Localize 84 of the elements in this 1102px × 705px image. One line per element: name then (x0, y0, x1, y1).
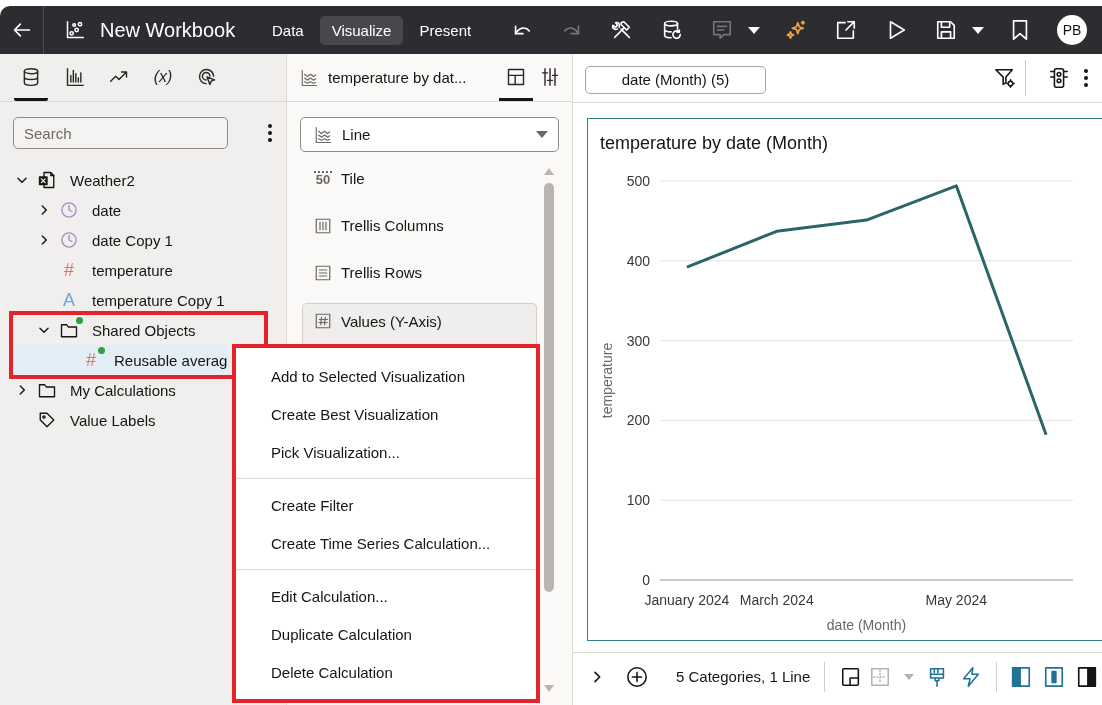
more-icon[interactable] (1084, 69, 1088, 87)
tag-icon (38, 411, 56, 429)
menu-item[interactable]: Edit Calculation... (236, 577, 536, 615)
hash-box-icon (314, 312, 332, 330)
back-arrow-icon (11, 20, 32, 40)
hash-icon: # (64, 260, 74, 280)
sliders-icon (540, 66, 560, 87)
clock-icon (60, 231, 78, 249)
y-tick-label: 0 (642, 572, 650, 588)
letter-icon: A (63, 290, 75, 310)
avatar[interactable]: PB (1057, 15, 1087, 45)
y-axis-title: temperature (599, 342, 615, 419)
layout-icon (506, 66, 526, 87)
tree-item[interactable]: Value Labels (13, 405, 230, 435)
y-tick-label: 200 (626, 412, 650, 429)
tree-item[interactable]: date Copy 1 (13, 225, 230, 255)
caret-down-icon[interactable] (748, 26, 760, 34)
bar-chart-icon (65, 66, 85, 87)
y-tick-label: 400 (626, 252, 650, 269)
sparkle-icon[interactable] (785, 19, 807, 41)
scroll-down-icon (544, 685, 554, 692)
chart-type-dropdown[interactable]: Line (300, 117, 559, 152)
nav-tab[interactable]: Present (411, 15, 480, 45)
panel-left-icon[interactable] (1010, 665, 1033, 688)
caret-down-icon (536, 131, 548, 138)
hash-icon: # (86, 350, 96, 370)
tree-item[interactable]: A temperature Copy 1 (13, 285, 230, 315)
scatter-chart-icon (65, 20, 85, 40)
menu-item[interactable]: Add to Selected Visualization (236, 357, 536, 395)
tree-item[interactable]: date (13, 195, 230, 225)
search-field[interactable]: Search (13, 117, 228, 149)
tree-item[interactable]: # Reusable averag (13, 345, 230, 375)
panel-center-icon[interactable] (1043, 665, 1066, 688)
folder-icon (38, 381, 56, 399)
rows-icon (314, 263, 332, 282)
panel-tab[interactable]: (x) (146, 55, 180, 101)
section-label: Trellis Columns (341, 217, 444, 234)
hammer-wrench-icon[interactable] (611, 19, 633, 41)
folder-icon (60, 321, 78, 339)
scrollbar-thumb[interactable] (544, 183, 554, 592)
section-label: Trellis Rows (341, 264, 423, 281)
line-chart-icon (314, 125, 332, 144)
menu-item[interactable]: Create Best Visualization (236, 395, 536, 433)
share-icon[interactable] (835, 19, 857, 41)
clock-icon (60, 201, 78, 219)
plus-circle-icon[interactable] (626, 665, 648, 688)
tree-item[interactable]: My Calculations (13, 375, 230, 405)
x-tick-label: March 2024 (739, 592, 814, 608)
workbook-title: New Workbook (100, 18, 236, 42)
cursor-target-icon (197, 66, 217, 87)
menu-item[interactable]: Create Time Series Calculation... (236, 524, 536, 562)
drop-zone[interactable]: Values (Y-Axis) (302, 303, 537, 344)
database-icon (21, 66, 41, 87)
file-icon (38, 171, 56, 189)
columns-icon (314, 216, 332, 235)
panel-title: temperature by dat... (328, 69, 467, 86)
section-label: Tile (341, 170, 365, 187)
x-tick-label: May 2024 (925, 592, 987, 608)
filter-settings-icon[interactable] (994, 67, 1016, 89)
status-text: 5 Categories, 1 Line (676, 668, 811, 685)
caret-down-icon[interactable] (972, 26, 984, 34)
y-tick-label: 300 (626, 332, 650, 349)
y-tick-label: 100 (626, 492, 650, 509)
tree-item[interactable]: Shared Objects (13, 315, 230, 345)
line-chart-icon (300, 68, 318, 87)
tree-item[interactable]: # temperature (13, 255, 230, 285)
database-refresh-icon[interactable] (661, 19, 683, 41)
chart-title: temperature by date (Month) (599, 132, 829, 155)
menu-item[interactable]: Duplicate Calculation (236, 615, 536, 653)
nav-tab[interactable]: Data (264, 15, 312, 45)
x-tick-label: January 2024 (644, 592, 730, 608)
panel-right-icon[interactable] (1076, 665, 1099, 688)
save-icon[interactable] (935, 19, 957, 41)
x-axis-title: date (Month) (826, 617, 907, 633)
tree-item[interactable]: Weather2 (13, 165, 230, 195)
more-icon[interactable] (268, 124, 272, 142)
filter-pill[interactable]: date (Month) (5) (585, 65, 766, 94)
nav-tab[interactable]: Visualize (319, 15, 404, 45)
y-tick-label: 500 (626, 173, 650, 189)
menu-item[interactable]: Delete Calculation (236, 653, 536, 691)
menu-item[interactable]: Create Filter (236, 486, 536, 524)
menu-item[interactable]: Pick Visualization... (236, 433, 536, 471)
scroll-up-icon (544, 168, 554, 175)
traffic-light-icon[interactable] (1048, 67, 1070, 89)
